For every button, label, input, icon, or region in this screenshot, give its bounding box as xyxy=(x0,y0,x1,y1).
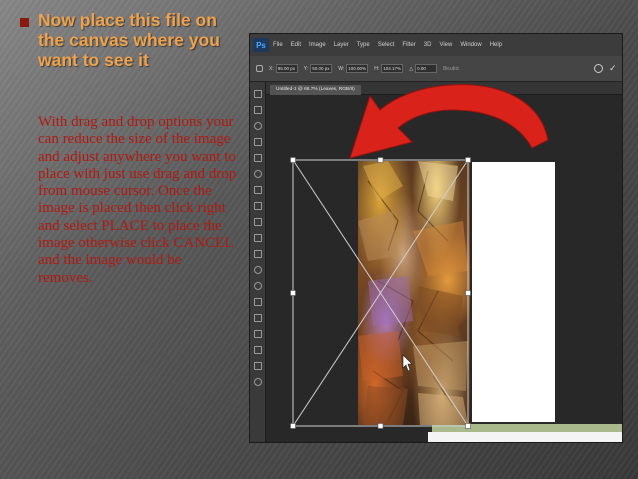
overlay-graphics xyxy=(290,84,549,429)
red-curved-arrow-icon xyxy=(349,84,549,159)
mouse-cursor-icon xyxy=(402,354,413,372)
transform-bounding-box xyxy=(292,159,469,427)
